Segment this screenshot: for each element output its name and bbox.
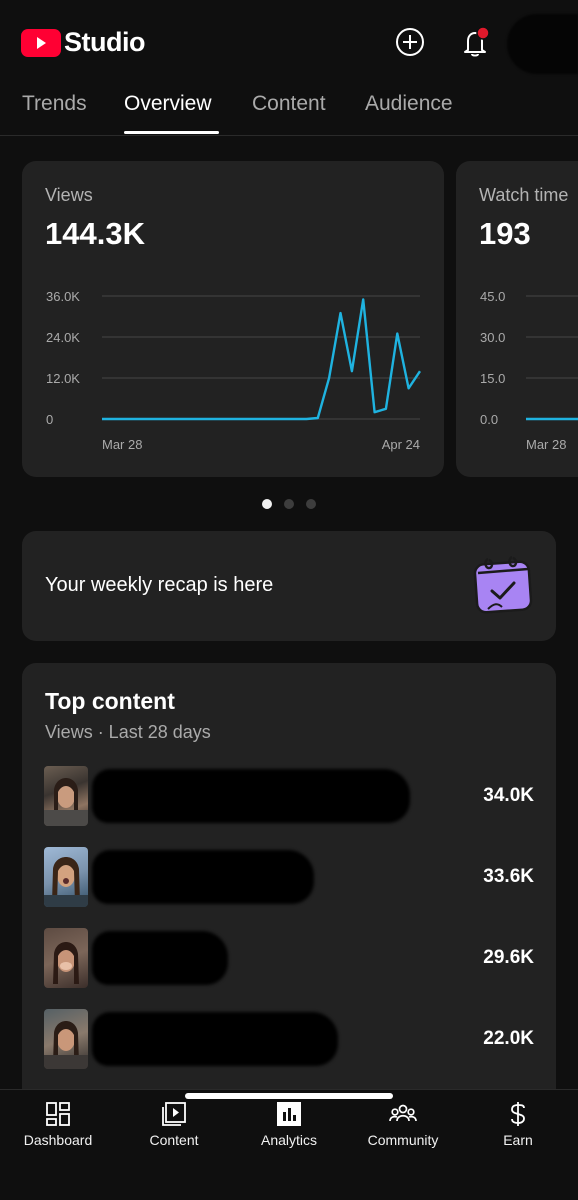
x-tick-label: Mar 28 — [102, 437, 142, 452]
content-icon — [162, 1102, 186, 1126]
nav-dashboard-label: Dashboard — [23, 1132, 93, 1148]
tab-trends[interactable]: Trends — [22, 92, 87, 116]
notification-dot — [476, 26, 490, 40]
y-tick-label: 12.0K — [46, 371, 80, 386]
youtube-play-icon — [21, 28, 61, 57]
y-tick-label: 45.0 — [480, 289, 505, 304]
redacted-video-title — [92, 1012, 338, 1066]
carousel-dot[interactable] — [306, 499, 316, 509]
video-views: 33.6K — [483, 866, 534, 887]
top-content-card: Top content Views · Last 28 days 34.0K 3… — [22, 663, 556, 1103]
create-icon[interactable] — [394, 26, 426, 58]
video-views: 22.0K — [483, 1028, 534, 1049]
analytics-icon — [277, 1102, 301, 1126]
nav-earn[interactable]: Earn — [460, 1090, 576, 1160]
views-chart: 36.0K 24.0K 12.0K 0 Mar 28 Apr 24 — [46, 289, 421, 452]
bell-icon[interactable] — [459, 26, 491, 58]
video-thumbnail — [44, 1009, 88, 1069]
nav-community[interactable]: Community — [345, 1090, 461, 1160]
x-tick-label: Apr 24 — [382, 437, 420, 452]
list-item[interactable]: 33.6K — [22, 847, 556, 907]
y-tick-label: 0.0 — [480, 412, 498, 427]
watch-time-card[interactable]: Watch time 193 45.0 30.0 15.0 0.0 Mar 28 — [456, 161, 578, 477]
list-item[interactable]: 22.0K — [22, 1009, 556, 1069]
series-line — [102, 298, 421, 421]
active-tab-indicator — [124, 131, 219, 134]
video-views: 34.0K — [483, 785, 534, 806]
tab-audience[interactable]: Audience — [365, 92, 453, 116]
views-card[interactable]: Views 144.3K 36.0K 24.0K 12.0K 0 Mar 28 Apr 2… — [22, 161, 444, 477]
list-item[interactable]: 34.0K — [22, 766, 556, 826]
tab-overview[interactable]: Overview — [124, 92, 212, 116]
carousel-dot[interactable] — [262, 499, 272, 509]
video-thumbnail — [44, 766, 88, 826]
earn-icon — [511, 1102, 525, 1126]
studio-logo[interactable]: Studio — [21, 27, 145, 58]
video-thumbnail — [44, 928, 88, 988]
redacted-video-title — [92, 769, 410, 823]
nav-analytics[interactable]: Analytics — [231, 1090, 347, 1160]
y-tick-label: 15.0 — [480, 371, 505, 386]
watch-time-chart: 45.0 30.0 15.0 0.0 Mar 28 — [480, 289, 578, 452]
weekly-recap-card[interactable]: Your weekly recap is here — [22, 531, 556, 641]
carousel-dot[interactable] — [284, 499, 294, 509]
app-header: Studio — [0, 0, 578, 84]
list-item[interactable]: 29.6K — [22, 928, 556, 988]
calendar-check-icon — [468, 551, 538, 626]
dashboard-icon — [46, 1102, 70, 1126]
community-icon — [389, 1104, 417, 1122]
y-tick-label: 30.0 — [480, 330, 505, 345]
y-tick-label: 24.0K — [46, 330, 80, 345]
avatar[interactable] — [507, 14, 578, 74]
nav-content-label: Content — [149, 1132, 199, 1148]
nav-dashboard[interactable]: Dashboard — [0, 1090, 116, 1160]
logo-text: Studio — [64, 27, 145, 57]
nav-content[interactable]: Content — [116, 1090, 232, 1160]
home-indicator — [185, 1093, 393, 1099]
video-views: 29.6K — [483, 947, 534, 968]
y-tick-label: 0 — [46, 412, 53, 427]
redacted-video-title — [92, 931, 228, 985]
nav-analytics-label: Analytics — [260, 1132, 318, 1148]
nav-earn-label: Earn — [503, 1132, 533, 1148]
redacted-video-title — [92, 850, 314, 904]
bottom-nav: Dashboard Content Analytics Community Ea… — [0, 1089, 578, 1200]
tab-content[interactable]: Content — [252, 92, 326, 116]
recap-text: Your weekly recap is here — [45, 574, 274, 596]
x-tick-label: Mar 28 — [526, 437, 566, 452]
top-content-title: Top content — [45, 688, 175, 714]
carousel-dots — [262, 499, 316, 509]
y-tick-label: 36.0K — [46, 289, 80, 304]
top-content-subtitle: Views · Last 28 days — [45, 722, 211, 742]
video-thumbnail — [44, 847, 88, 907]
tab-bar: Trends Overview Content Audience — [0, 84, 578, 136]
nav-community-label: Community — [367, 1132, 439, 1148]
